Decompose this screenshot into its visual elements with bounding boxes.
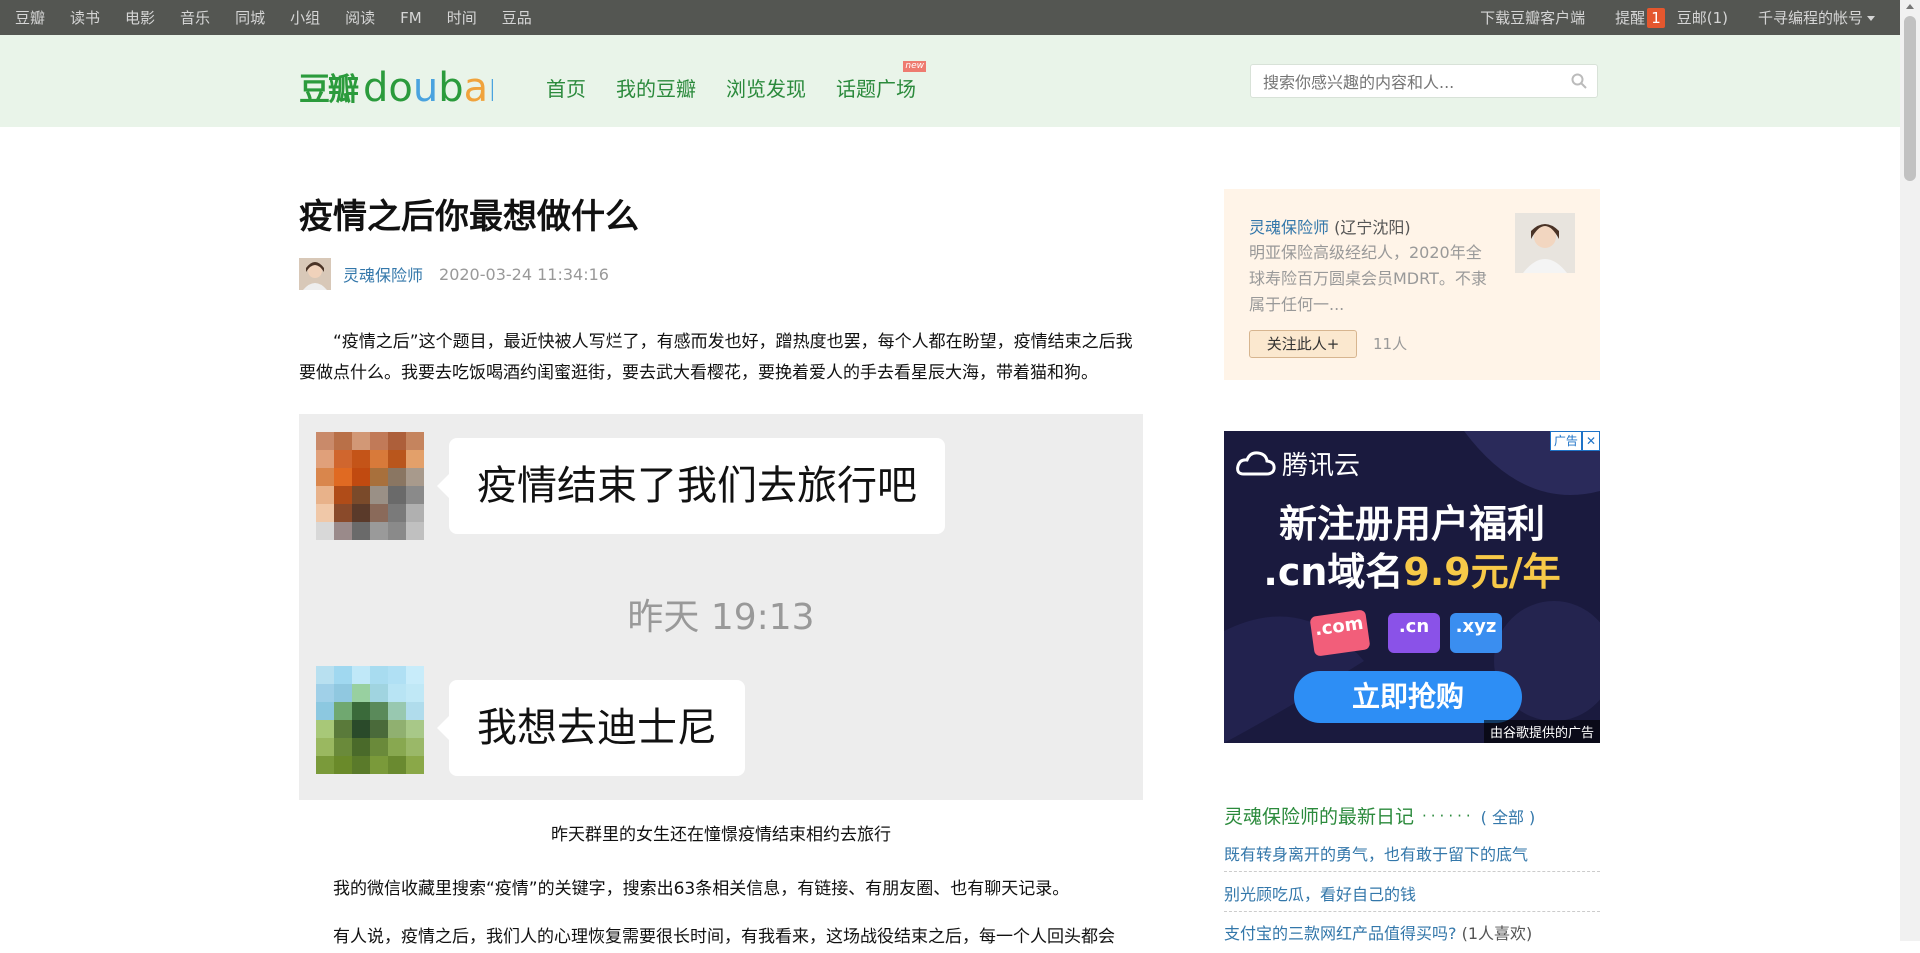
- account-menu[interactable]: 千寻编程的帐号: [1758, 7, 1875, 28]
- ad-buy-button[interactable]: 立即抢购: [1294, 671, 1522, 723]
- global-nav-read[interactable]: 阅读: [345, 7, 375, 28]
- chevron-down-icon: [1867, 16, 1875, 21]
- pixelated-avatar: [316, 432, 424, 540]
- global-nav-links: 豆瓣 读书 电影 音乐 同城 小组 阅读 FM 时间 豆品: [15, 0, 557, 35]
- article-paragraph: 有人说，疫情之后，我们人的心理恢复需要很长时间，有我看来，这场战役结束之后，每一…: [333, 927, 1115, 947]
- ad-subheadline-prefix: .cn域名: [1263, 550, 1404, 594]
- douban-logo[interactable]: 豆瓣 douban: [299, 59, 493, 109]
- profile-name-line: 灵魂保险师 (辽宁沈阳): [1249, 214, 1411, 238]
- diary-list-item[interactable]: 别光顾吃瓜，看好自己的钱: [1224, 881, 1600, 912]
- ad-headline: 新注册用户福利: [1278, 502, 1545, 546]
- follower-count: 11人: [1373, 335, 1408, 353]
- search-icon[interactable]: [1571, 73, 1587, 89]
- publish-date: 2020-03-24 11:34:16: [439, 264, 609, 284]
- page-scrollbar[interactable]: [1900, 0, 1920, 941]
- latest-diary-heading: 灵魂保险师的最新日记 ······ ( 全部 ): [1224, 802, 1535, 829]
- article-title: 疫情之后你最想做什么: [299, 197, 639, 237]
- domain-chip-com: .com: [1309, 609, 1371, 657]
- global-nav-time[interactable]: 时间: [447, 7, 477, 28]
- follow-button[interactable]: 关注此人+: [1249, 330, 1357, 358]
- logo-en: douban: [363, 65, 493, 109]
- mail-link[interactable]: 豆邮(1): [1677, 7, 1728, 28]
- view-all-link[interactable]: ( 全部 ): [1481, 804, 1536, 828]
- global-nav-fm[interactable]: FM: [400, 9, 422, 27]
- global-nav-music[interactable]: 音乐: [180, 7, 210, 28]
- search-box: [1250, 64, 1598, 99]
- remind-count-badge: 1: [1647, 8, 1665, 28]
- global-nav-movie[interactable]: 电影: [125, 7, 155, 28]
- image-caption: 昨天群里的女生还在憧憬疫情结束相约去旅行: [551, 825, 891, 845]
- ad-price: 9.9元/年: [1403, 550, 1561, 594]
- chat-screenshot-image: 疫情结束了我们去旅行吧 昨天 19:13 我想去迪士尼: [299, 414, 1143, 800]
- account-links: 下载豆瓣客户端 提醒 1 豆邮(1) 千寻编程的帐号: [1450, 0, 1875, 35]
- profile-description: 明亚保险高级经纪人，2020年全球寿险百万圆桌会员MDRT。不隶属于任何一...: [1249, 243, 1487, 314]
- article-paragraph: “疫情之后”这个题目，最近快被人写烂了，有感而发也好，蹭热度也罢，每个人都在盼望…: [299, 332, 1133, 383]
- author-link[interactable]: 灵魂保险师: [343, 262, 423, 286]
- diary-likes: (1人喜欢): [1461, 924, 1533, 943]
- profile-avatar[interactable]: [1515, 213, 1575, 273]
- diary-list-item[interactable]: 支付宝的三款网红产品值得买吗? (1人喜欢): [1224, 920, 1600, 950]
- global-nav-local[interactable]: 同城: [235, 7, 265, 28]
- scroll-up-arrow-icon[interactable]: [1906, 4, 1914, 9]
- logo-cn: 豆瓣: [299, 72, 359, 108]
- chat-timestamp: 昨天 19:13: [627, 597, 815, 638]
- ad-brand-name: 腾讯云: [1282, 451, 1361, 481]
- nav-home[interactable]: 首页: [546, 73, 586, 102]
- new-badge: new: [903, 61, 926, 72]
- profile-name-link[interactable]: 灵魂保险师: [1249, 218, 1329, 237]
- main-nav: 首页 我的豆瓣 浏览发现 话题广场 new: [546, 61, 946, 102]
- ad-attribution: 由谷歌提供的广告: [1483, 720, 1600, 743]
- profile-location: (辽宁沈阳): [1334, 218, 1411, 237]
- nav-topics-label: 话题广场: [836, 77, 916, 101]
- scrollbar-thumb[interactable]: [1904, 16, 1916, 181]
- global-nav-douban[interactable]: 豆瓣: [15, 7, 45, 28]
- ad-tag: 广告: [1549, 431, 1582, 451]
- search-input[interactable]: [1251, 65, 1565, 99]
- ad-subheadline: .cn域名9.9元/年: [1224, 541, 1600, 596]
- ad-brand: 腾讯云: [1236, 445, 1360, 482]
- remind-label: 提醒: [1615, 9, 1646, 27]
- global-nav-bar: 豆瓣 读书 电影 音乐 同城 小组 阅读 FM 时间 豆品 下载豆瓣客户端 提醒…: [0, 0, 1900, 35]
- chat-bubble: 疫情结束了我们去旅行吧: [437, 438, 945, 534]
- diary-title: 既有转身离开的勇气，也有敢于留下的底气: [1224, 845, 1529, 864]
- article-meta: 灵魂保险师 2020-03-24 11:34:16: [299, 258, 609, 290]
- domain-chip-cn: .cn: [1388, 613, 1440, 653]
- site-header: 豆瓣 douban 首页 我的豆瓣 浏览发现 话题广场 new: [0, 35, 1900, 127]
- author-avatar[interactable]: [299, 258, 331, 290]
- chat-bubble: 我想去迪士尼: [437, 680, 745, 776]
- svg-text:douban: douban: [363, 65, 493, 109]
- global-nav-book[interactable]: 读书: [70, 7, 100, 28]
- tencent-cloud-icon: [1236, 450, 1276, 475]
- diary-heading-text: 灵魂保险师的最新日记: [1224, 806, 1415, 828]
- nav-topics[interactable]: 话题广场 new: [836, 61, 926, 102]
- domain-chip-xyz: .xyz: [1450, 613, 1502, 653]
- heading-dots: ······: [1422, 806, 1475, 825]
- diary-title: 支付宝的三款网红产品值得买吗?: [1224, 924, 1457, 943]
- pixelated-avatar: [316, 666, 424, 774]
- nav-my-douban[interactable]: 我的豆瓣: [616, 73, 696, 102]
- global-nav-market[interactable]: 豆品: [502, 7, 532, 28]
- global-nav-group[interactable]: 小组: [290, 7, 320, 28]
- diary-list-item[interactable]: 既有转身离开的勇气，也有敢于留下的底气: [1224, 841, 1600, 872]
- ad-label: 广告 ✕: [1549, 431, 1600, 451]
- article-paragraph: 我的微信收藏里搜索“疫情”的关键字，搜索出63条相关信息，有链接、有朋友圈、也有…: [333, 879, 1070, 899]
- remind-link[interactable]: 提醒 1: [1615, 7, 1665, 28]
- account-name: 千寻编程的帐号: [1757, 9, 1863, 27]
- author-profile-card: 灵魂保险师 (辽宁沈阳) 明亚保险高级经纪人，2020年全球寿险百万圆桌会员MD…: [1224, 189, 1600, 380]
- diary-title: 别光顾吃瓜，看好自己的钱: [1224, 885, 1417, 904]
- download-app-link[interactable]: 下载豆瓣客户端: [1480, 7, 1585, 28]
- close-icon[interactable]: ✕: [1581, 431, 1600, 451]
- nav-explore[interactable]: 浏览发现: [726, 73, 806, 102]
- advertisement-banner[interactable]: 腾讯云 新注册用户福利 .cn域名9.9元/年 .com .cn .xyz 立即…: [1224, 431, 1600, 743]
